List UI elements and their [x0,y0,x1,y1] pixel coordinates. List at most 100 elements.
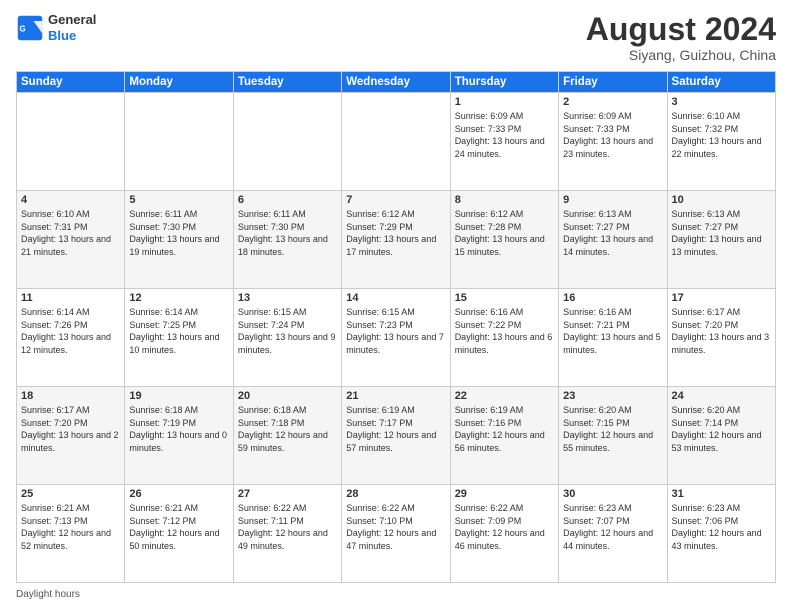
day-info: Sunrise: 6:13 AMSunset: 7:27 PMDaylight:… [563,208,662,258]
calendar-cell: 13 Sunrise: 6:15 AMSunset: 7:24 PMDayligh… [233,289,341,387]
day-info: Sunrise: 6:12 AMSunset: 7:28 PMDaylight:… [455,208,554,258]
calendar-week-4: 18 Sunrise: 6:17 AMSunset: 7:20 PMDayligh… [17,387,776,485]
day-number: 18 [21,390,120,402]
day-info: Sunrise: 6:13 AMSunset: 7:27 PMDaylight:… [672,208,771,258]
header-cell-friday: Friday [559,72,667,93]
day-number: 31 [672,488,771,500]
day-number: 13 [238,292,337,304]
calendar-cell: 4 Sunrise: 6:10 AMSunset: 7:31 PMDaylight… [17,191,125,289]
day-info: Sunrise: 6:19 AMSunset: 7:17 PMDaylight:… [346,404,445,454]
day-number: 1 [455,96,554,108]
calendar-table: SundayMondayTuesdayWednesdayThursdayFrid… [16,71,776,583]
day-info: Sunrise: 6:23 AMSunset: 7:07 PMDaylight:… [563,502,662,552]
day-number: 8 [455,194,554,206]
calendar-cell: 22 Sunrise: 6:19 AMSunset: 7:16 PMDayligh… [450,387,558,485]
calendar-cell [233,93,341,191]
day-info: Sunrise: 6:17 AMSunset: 7:20 PMDaylight:… [21,404,120,454]
calendar-cell: 8 Sunrise: 6:12 AMSunset: 7:28 PMDaylight… [450,191,558,289]
calendar-cell: 2Sunrise: 6:09 AMSunset: 7:33 PMDaylight… [559,93,667,191]
day-number: 12 [129,292,228,304]
calendar-cell: 21 Sunrise: 6:19 AMSunset: 7:17 PMDayligh… [342,387,450,485]
day-number: 25 [21,488,120,500]
day-number: 17 [672,292,771,304]
calendar-cell: 15 Sunrise: 6:16 AMSunset: 7:22 PMDayligh… [450,289,558,387]
day-number: 14 [346,292,445,304]
day-number: 21 [346,390,445,402]
day-number: 20 [238,390,337,402]
calendar-cell: 27 Sunrise: 6:22 AMSunset: 7:11 PMDayligh… [233,485,341,583]
calendar-cell [125,93,233,191]
calendar-cell: 10 Sunrise: 6:13 AMSunset: 7:27 PMDayligh… [667,191,775,289]
calendar-cell: 18 Sunrise: 6:17 AMSunset: 7:20 PMDayligh… [17,387,125,485]
day-info: Sunrise: 6:17 AMSunset: 7:20 PMDaylight:… [672,306,771,356]
day-info: Sunrise: 6:20 AMSunset: 7:14 PMDaylight:… [672,404,771,454]
calendar-cell: 19Sunrise: 6:18 AMSunset: 7:19 PMDayligh… [125,387,233,485]
day-info: Sunrise: 6:18 AMSunset: 7:18 PMDaylight:… [238,404,337,454]
day-number: 15 [455,292,554,304]
calendar-cell: 30 Sunrise: 6:23 AMSunset: 7:07 PMDayligh… [559,485,667,583]
calendar-cell: 12 Sunrise: 6:14 AMSunset: 7:25 PMDayligh… [125,289,233,387]
day-number: 19 [129,390,228,402]
day-number: 7 [346,194,445,206]
day-number: 22 [455,390,554,402]
logo-text: General Blue [48,12,96,43]
day-info: Sunrise: 6:14 AMSunset: 7:26 PMDaylight:… [21,306,120,356]
day-info: Sunrise: 6:20 AMSunset: 7:15 PMDaylight:… [563,404,662,454]
day-number: 29 [455,488,554,500]
day-number: 23 [563,390,662,402]
calendar-cell: 11 Sunrise: 6:14 AMSunset: 7:26 PMDayligh… [17,289,125,387]
calendar-cell: 5Sunrise: 6:11 AMSunset: 7:30 PMDaylight… [125,191,233,289]
day-info: Sunrise: 6:10 AMSunset: 7:32 PMDaylight:… [672,110,771,160]
calendar-cell: 24 Sunrise: 6:20 AMSunset: 7:14 PMDayligh… [667,387,775,485]
day-number: 27 [238,488,337,500]
day-info: Sunrise: 6:12 AMSunset: 7:29 PMDaylight:… [346,208,445,258]
calendar-week-3: 11 Sunrise: 6:14 AMSunset: 7:26 PMDayligh… [17,289,776,387]
calendar-cell: 26Sunrise: 6:21 AMSunset: 7:12 PMDayligh… [125,485,233,583]
daylight-label: Daylight hours [16,589,80,600]
header-cell-monday: Monday [125,72,233,93]
header-cell-saturday: Saturday [667,72,775,93]
day-number: 3 [672,96,771,108]
day-info: Sunrise: 6:22 AMSunset: 7:11 PMDaylight:… [238,502,337,552]
day-number: 5 [129,194,228,206]
day-number: 24 [672,390,771,402]
day-info: Sunrise: 6:23 AMSunset: 7:06 PMDaylight:… [672,502,771,552]
calendar-cell: 29 Sunrise: 6:22 AMSunset: 7:09 PMDayligh… [450,485,558,583]
day-number: 4 [21,194,120,206]
day-info: Sunrise: 6:11 AMSunset: 7:30 PMDaylight:… [238,208,337,258]
calendar-cell: 31 Sunrise: 6:23 AMSunset: 7:06 PMDayligh… [667,485,775,583]
day-info: Sunrise: 6:10 AMSunset: 7:31 PMDaylight:… [21,208,120,258]
calendar-cell: 23 Sunrise: 6:20 AMSunset: 7:15 PMDayligh… [559,387,667,485]
day-number: 26 [129,488,228,500]
day-info: Sunrise: 6:15 AMSunset: 7:23 PMDaylight:… [346,306,445,356]
day-number: 11 [21,292,120,304]
header-cell-wednesday: Wednesday [342,72,450,93]
calendar-week-1: 1Sunrise: 6:09 AMSunset: 7:33 PMDaylight… [17,93,776,191]
day-info: Sunrise: 6:14 AMSunset: 7:25 PMDaylight:… [129,306,228,356]
day-info: Sunrise: 6:19 AMSunset: 7:16 PMDaylight:… [455,404,554,454]
logo-icon: G [16,14,44,42]
calendar-header-row: SundayMondayTuesdayWednesdayThursdayFrid… [17,72,776,93]
month-title: August 2024 [586,12,776,47]
calendar-cell: 25 Sunrise: 6:21 AMSunset: 7:13 PMDayligh… [17,485,125,583]
day-info: Sunrise: 6:15 AMSunset: 7:24 PMDaylight:… [238,306,337,356]
day-info: Sunrise: 6:22 AMSunset: 7:09 PMDaylight:… [455,502,554,552]
day-number: 30 [563,488,662,500]
logo: G General Blue [16,12,96,43]
day-number: 10 [672,194,771,206]
day-info: Sunrise: 6:16 AMSunset: 7:22 PMDaylight:… [455,306,554,356]
day-info: Sunrise: 6:22 AMSunset: 7:10 PMDaylight:… [346,502,445,552]
calendar-cell: 17 Sunrise: 6:17 AMSunset: 7:20 PMDayligh… [667,289,775,387]
header: G General Blue August 2024 Siyang, Guizh… [16,12,776,63]
day-info: Sunrise: 6:21 AMSunset: 7:13 PMDaylight:… [21,502,120,552]
calendar-cell: 28 Sunrise: 6:22 AMSunset: 7:10 PMDayligh… [342,485,450,583]
calendar-cell: 7 Sunrise: 6:12 AMSunset: 7:29 PMDaylight… [342,191,450,289]
page: G General Blue August 2024 Siyang, Guizh… [0,0,792,612]
calendar-cell [342,93,450,191]
day-number: 2 [563,96,662,108]
header-cell-sunday: Sunday [17,72,125,93]
calendar-cell: 9Sunrise: 6:13 AMSunset: 7:27 PMDaylight… [559,191,667,289]
svg-text:G: G [20,24,26,33]
day-number: 28 [346,488,445,500]
calendar-cell: 14 Sunrise: 6:15 AMSunset: 7:23 PMDayligh… [342,289,450,387]
